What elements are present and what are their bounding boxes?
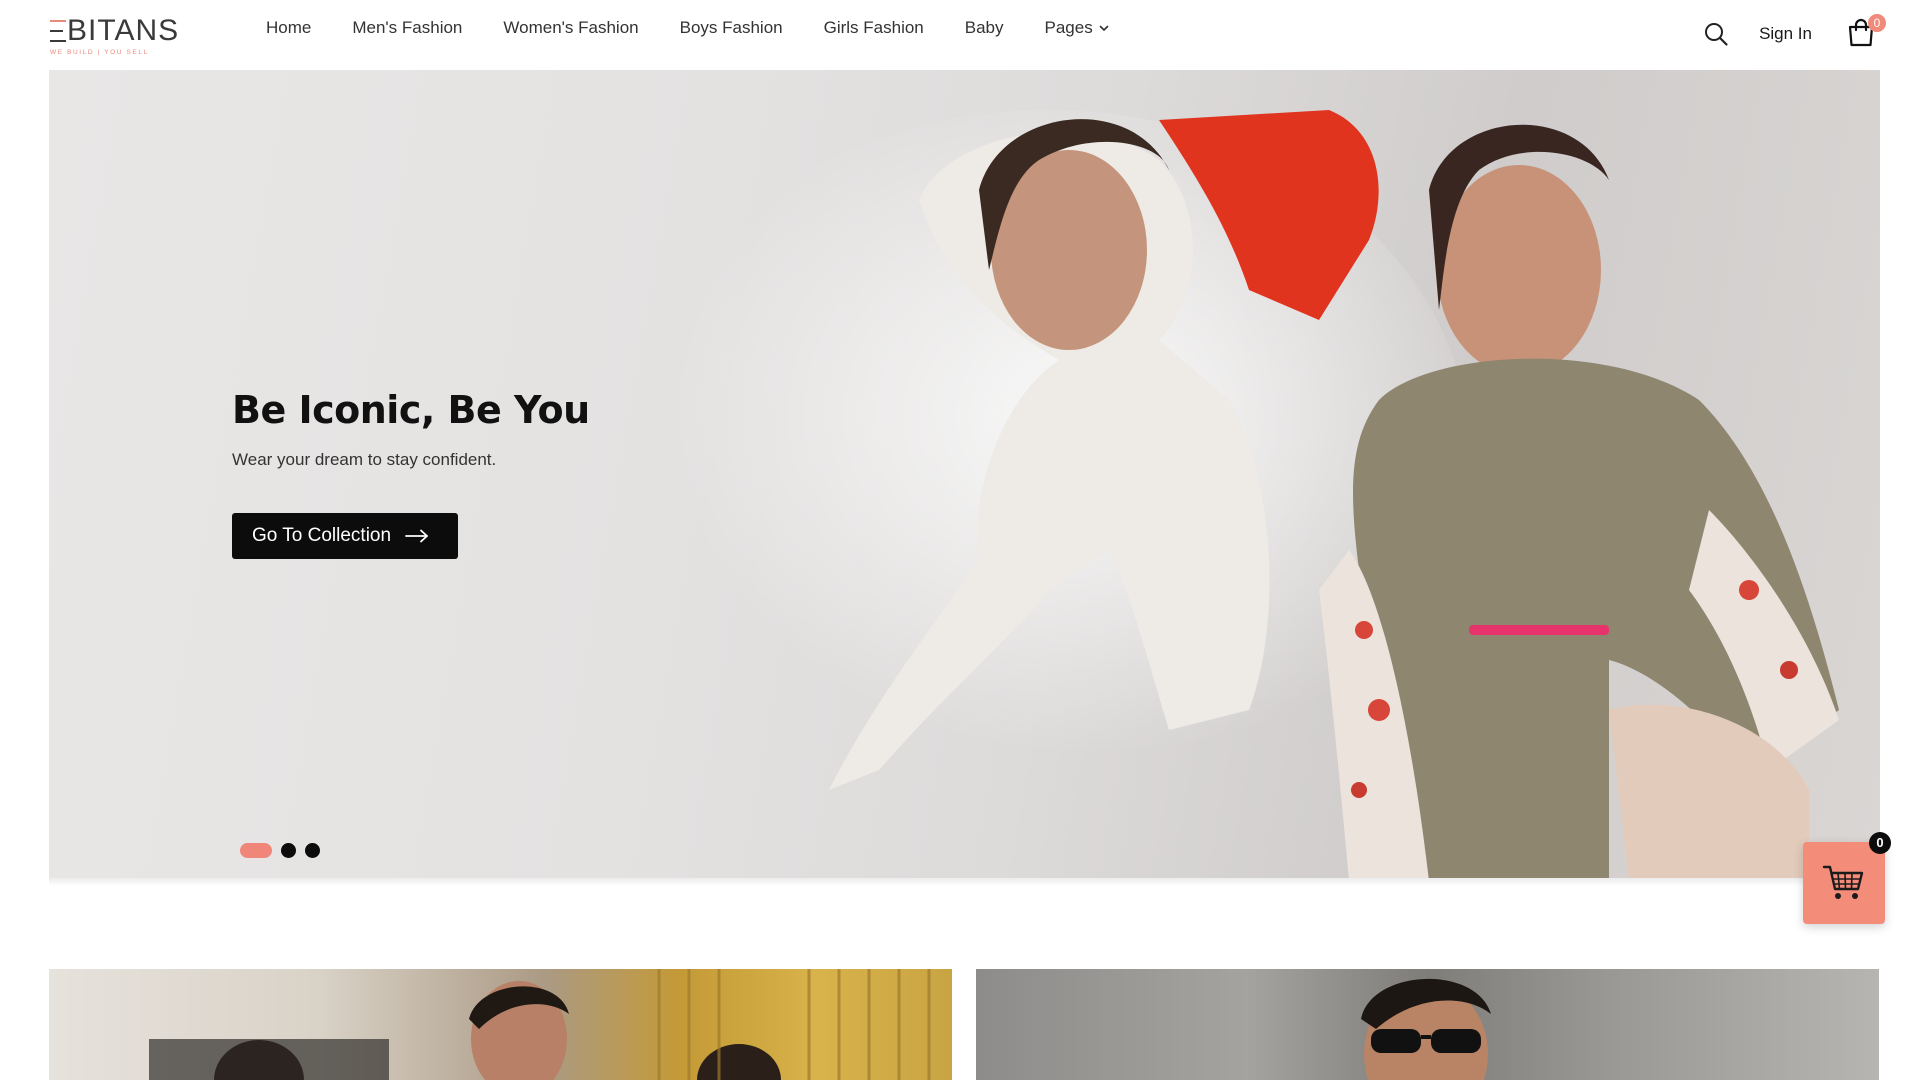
brand-logo[interactable]: BITANS WE BUILD | YOU SELL <box>50 16 185 56</box>
hero-subtitle: Wear your dream to stay confident. <box>232 450 497 469</box>
nav-pages-dropdown[interactable]: Pages <box>1045 18 1109 38</box>
brand-tagline: WE BUILD | YOU SELL <box>50 49 149 56</box>
header-actions: Sign In 0 <box>1703 14 1886 50</box>
main-nav: Home Men's Fashion Women's Fashion Boys … <box>266 18 1150 38</box>
slider-dot-1[interactable] <box>240 843 272 858</box>
nav-womens-fashion[interactable]: Women's Fashion <box>503 18 638 38</box>
arrow-right-icon <box>405 529 428 543</box>
nav-baby[interactable]: Baby <box>965 18 1004 38</box>
hero-shadow <box>49 878 1880 886</box>
category-card-men[interactable] <box>976 969 1879 1080</box>
search-icon[interactable] <box>1703 21 1729 47</box>
slider-dot-2[interactable] <box>281 843 296 858</box>
cart-count-badge: 0 <box>1868 14 1886 32</box>
floating-cart-count-badge: 0 <box>1869 832 1891 854</box>
logo-e-mark <box>50 20 66 42</box>
site-header: BITANS WE BUILD | YOU SELL Home Men's Fa… <box>0 0 1920 70</box>
nav-home[interactable]: Home <box>266 18 311 38</box>
category-card-family[interactable] <box>49 969 952 1080</box>
slider-dot-3[interactable] <box>305 843 320 858</box>
men-category-image <box>1361 978 1491 1080</box>
sign-in-link[interactable]: Sign In <box>1759 24 1812 44</box>
go-to-collection-button[interactable]: Go To Collection <box>232 513 458 559</box>
nav-pages-label: Pages <box>1044 18 1093 37</box>
go-to-collection-label: Go To Collection <box>252 525 392 546</box>
floating-cart-button[interactable]: 0 <box>1803 832 1891 924</box>
chevron-down-icon <box>1099 25 1109 31</box>
hero-models-image <box>629 110 1839 881</box>
header-cart-button[interactable]: 0 <box>1846 14 1886 50</box>
brand-name: BITANS <box>67 14 180 47</box>
shopping-cart-icon <box>1822 865 1864 899</box>
family-category-image <box>149 969 931 1080</box>
hero-slider-dots <box>240 843 329 858</box>
hero-title: Be Iconic, Be You <box>232 388 590 432</box>
nav-boys-fashion[interactable]: Boys Fashion <box>680 18 783 38</box>
nav-mens-fashion[interactable]: Men's Fashion <box>352 18 462 38</box>
hero-banner: Be Iconic, Be You Wear your dream to sta… <box>49 70 1880 881</box>
nav-girls-fashion[interactable]: Girls Fashion <box>824 18 924 38</box>
